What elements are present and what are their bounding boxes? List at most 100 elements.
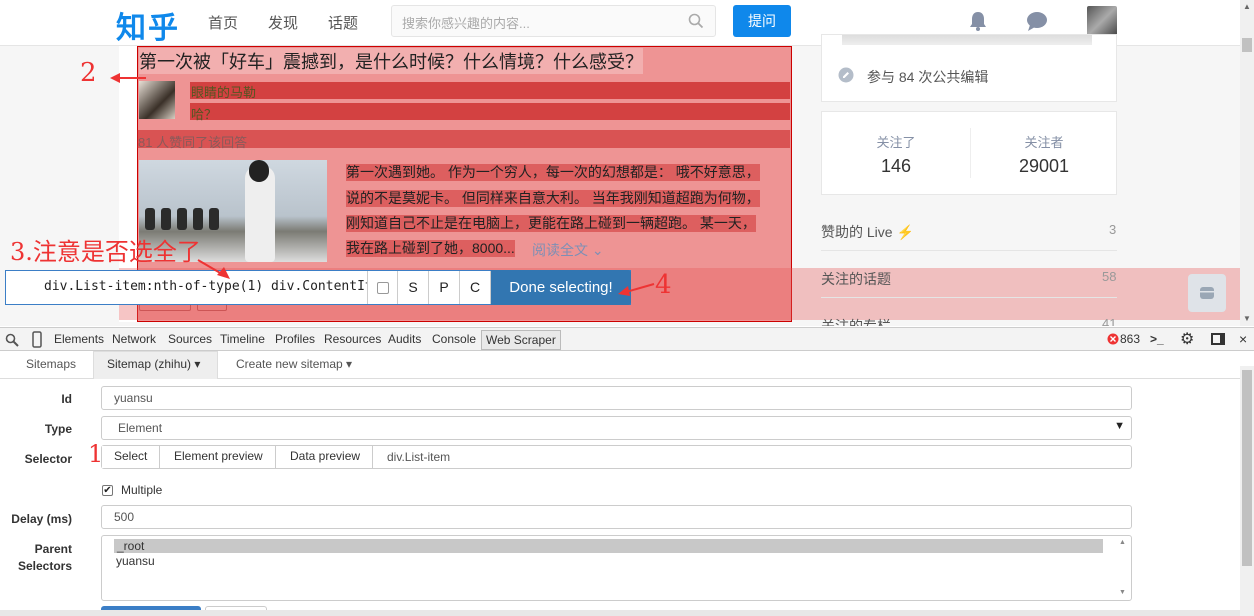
search-placeholder: 搜索你感兴趣的内容... bbox=[402, 16, 530, 31]
device-mode-icon[interactable] bbox=[31, 331, 43, 348]
nav-topics[interactable]: 话题 bbox=[328, 12, 358, 33]
answer-line-3: 刚知道自己不止是在电脑上，更能在路上碰到一辆超跑。 某一天， bbox=[346, 215, 756, 232]
annotation-arrow-4 bbox=[618, 283, 655, 296]
dock-side-icon[interactable] bbox=[1211, 333, 1225, 345]
annotation-3: 3.注意是否选全了 bbox=[10, 238, 201, 266]
select-button[interactable]: Select bbox=[102, 446, 161, 468]
selector-preview-text[interactable]: div.List-item:nth-of-type(1) div.Content… bbox=[6, 271, 368, 304]
follow-stats-card: 关注了 146 关注者 29001 bbox=[821, 111, 1117, 195]
chevron-down-icon: ⌄ bbox=[591, 242, 604, 258]
zhihu-page: 知乎 首页 发现 话题 搜索你感兴趣的内容... 提问 第一次被「好车」震撼到，… bbox=[0, 0, 1240, 326]
id-label: Id bbox=[61, 392, 72, 406]
tab-sitemap-zhihu[interactable]: Sitemap (zhihu) ▾ bbox=[107, 357, 200, 371]
following-count[interactable]: 146 bbox=[822, 156, 970, 177]
parent-selectors-label-1: Parent bbox=[34, 542, 72, 556]
screenshot-root: 知乎 首页 发现 话题 搜索你感兴趣的内容... 提问 第一次被「好车」震撼到，… bbox=[0, 0, 1254, 616]
bell-icon[interactable] bbox=[966, 10, 990, 32]
votes-line: 81 人赞同了该回答 bbox=[138, 135, 248, 150]
type-select-value: Element bbox=[118, 421, 163, 435]
question-title[interactable]: 第一次被「好车」震撼到，是什么时候？什么情境？什么感受？ bbox=[139, 48, 643, 74]
feedback-button[interactable] bbox=[1188, 274, 1226, 312]
selector-group: Select Element preview Data preview div.… bbox=[101, 445, 1132, 469]
type-label: Type bbox=[44, 422, 72, 436]
selector-label: Selector bbox=[24, 452, 72, 466]
listbox-scroll-down-icon[interactable]: ▼ bbox=[1119, 589, 1126, 596]
parent-option-yuansu[interactable]: yuansu bbox=[116, 554, 155, 568]
inspect-icon[interactable] bbox=[5, 333, 19, 347]
sidebar-item-topics[interactable]: 关注的话题 bbox=[821, 269, 891, 289]
nav-home[interactable]: 首页 bbox=[208, 12, 238, 33]
edit-icon bbox=[838, 67, 854, 83]
achievement-line-cut bbox=[842, 35, 1092, 45]
messages-icon[interactable] bbox=[1025, 10, 1049, 32]
parent-selectors-listbox[interactable]: _root yuansu ▲ ▼ bbox=[101, 535, 1132, 601]
ask-button[interactable]: 提问 bbox=[733, 5, 791, 37]
author-bio: 哈？ bbox=[191, 107, 218, 122]
delay-label: Delay (ms) bbox=[11, 512, 72, 526]
read-more-link[interactable]: 阅读全文 ⌄ bbox=[532, 240, 604, 260]
sidebar-item-columns-count: 41 bbox=[1102, 316, 1117, 326]
tab-timeline[interactable]: Timeline bbox=[220, 332, 265, 346]
feedback-icon bbox=[1200, 287, 1214, 299]
enable-key-events-checkbox[interactable] bbox=[368, 271, 398, 304]
annotation-arrow-3 bbox=[197, 259, 230, 279]
element-preview-button[interactable]: Element preview bbox=[162, 446, 276, 468]
answer-line-1: 第一次遇到她。 作为一个穷人，每一次的幻想都是： 哦不好意思， bbox=[346, 164, 760, 181]
tab-profiles[interactable]: Profiles bbox=[275, 332, 315, 346]
close-devtools-icon[interactable]: × bbox=[1239, 331, 1247, 347]
answer-line-2: 说的不是莫妮卡。 但同样来自意大利。 当年我刚知道超跑为何物， bbox=[346, 190, 760, 207]
followers-label: 关注者 bbox=[1024, 135, 1064, 150]
search-input[interactable]: 搜索你感兴趣的内容... bbox=[391, 5, 716, 37]
user-avatar[interactable] bbox=[1087, 6, 1117, 36]
parent-option-root[interactable]: _root bbox=[114, 539, 1103, 553]
tab-web-scraper[interactable]: Web Scraper bbox=[481, 330, 561, 350]
tab-audits[interactable]: Audits bbox=[388, 332, 421, 346]
sidebar-item-live[interactable]: 赞助的 Live ⚡ bbox=[821, 222, 914, 242]
tab-network[interactable]: Network bbox=[112, 332, 156, 346]
type-select[interactable]: Element ▼ bbox=[101, 416, 1132, 440]
author-name-highlight bbox=[190, 82, 790, 99]
child-button-c[interactable]: C bbox=[460, 271, 491, 304]
sidebar-item-topics-count: 58 bbox=[1102, 269, 1117, 284]
tab-sitemaps[interactable]: Sitemaps bbox=[26, 357, 76, 371]
annotation-arrow-2 bbox=[110, 73, 146, 83]
sidebar-item-live-count: 3 bbox=[1109, 222, 1117, 237]
tab-elements[interactable]: Elements bbox=[54, 332, 104, 346]
parent-selectors-label-2: Selectors bbox=[17, 559, 72, 573]
public-edit-count: 参与 84 次公共编辑 bbox=[867, 69, 989, 85]
author-bio-highlight bbox=[190, 103, 790, 120]
parent-button-p[interactable]: P bbox=[429, 271, 460, 304]
multiple-label: Multiple bbox=[121, 483, 163, 497]
tab-sources[interactable]: Sources bbox=[168, 332, 212, 346]
panel-scrollbar[interactable] bbox=[1240, 366, 1254, 616]
webscraper-nav: Sitemaps Sitemap (zhihu) ▾ Create new si… bbox=[0, 351, 1254, 379]
error-count[interactable]: 863 bbox=[1120, 332, 1140, 346]
multiple-checkbox[interactable]: ✔ bbox=[102, 485, 113, 496]
console-drawer-icon[interactable]: >_ bbox=[1150, 332, 1164, 346]
data-preview-button[interactable]: Data preview bbox=[278, 446, 374, 468]
devtools-tabbar: Elements Network Sources Timeline Profil… bbox=[0, 327, 1254, 351]
followers-count[interactable]: 29001 bbox=[970, 156, 1118, 177]
delay-input[interactable]: 500 bbox=[101, 505, 1132, 529]
sidebar-item-columns[interactable]: 关注的专栏 bbox=[821, 316, 891, 326]
annotation-2: 2 bbox=[80, 58, 97, 88]
tab-create-sitemap[interactable]: Create new sitemap ▾ bbox=[236, 357, 352, 371]
author-name[interactable]: 眼睛的马勒 bbox=[191, 82, 256, 101]
select-button-s[interactable]: S bbox=[398, 271, 429, 304]
settings-gear-icon[interactable]: ⚙ bbox=[1180, 329, 1194, 349]
done-selecting-button[interactable]: Done selecting! bbox=[491, 270, 631, 305]
selector-input[interactable]: div.List-item bbox=[387, 450, 450, 464]
nav-discover[interactable]: 发现 bbox=[268, 12, 298, 33]
tab-console[interactable]: Console bbox=[432, 332, 476, 346]
zhihu-logo[interactable]: 知乎 bbox=[116, 3, 180, 47]
read-more-label: 阅读全文 bbox=[532, 242, 588, 258]
tab-resources[interactable]: Resources bbox=[324, 332, 381, 346]
page-scrollbar[interactable]: ▲ ▼ bbox=[1240, 0, 1254, 326]
search-icon[interactable] bbox=[688, 13, 704, 29]
achievements-card: 参与 84 次公共编辑 bbox=[821, 34, 1117, 102]
selector-toolbar: div.List-item:nth-of-type(1) div.Content… bbox=[5, 270, 631, 305]
id-input[interactable]: yuansu bbox=[101, 386, 1132, 410]
listbox-scroll-up-icon[interactable]: ▲ bbox=[1119, 539, 1126, 546]
answer-line-4: 我在路上碰到了她，8000... bbox=[346, 240, 515, 257]
horizontal-scrollbar[interactable] bbox=[0, 610, 1240, 616]
